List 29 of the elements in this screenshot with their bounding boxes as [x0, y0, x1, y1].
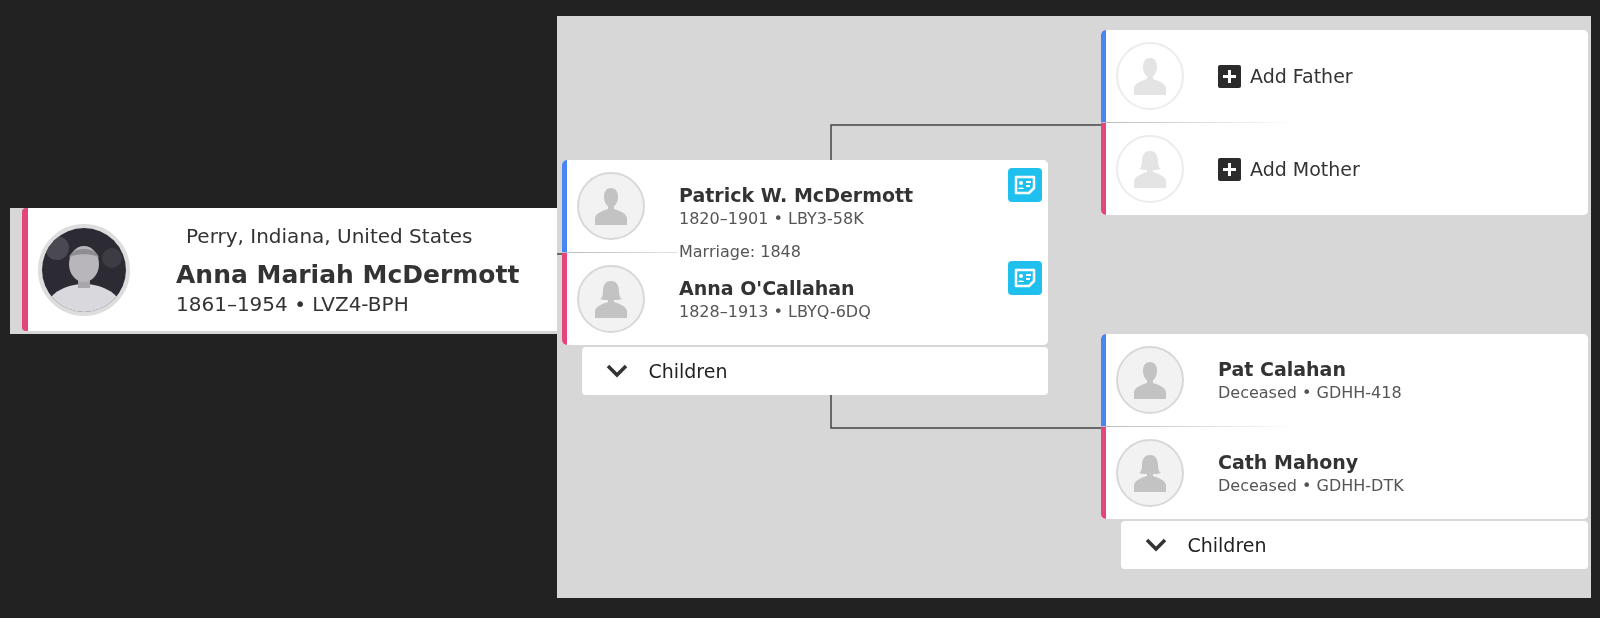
- birth-place: Perry, Indiana, United States: [186, 222, 474, 249]
- person-details: 1820–1901 • LBY3-58K: [679, 208, 865, 230]
- person-name[interactable]: Pat Calahan: [1218, 356, 1402, 382]
- id-card-icon: [1013, 175, 1037, 195]
- add-parent-button[interactable]: Add Mother: [1218, 154, 1360, 184]
- person-details: 1828–1913 • LBYQ-6DQ: [679, 301, 871, 323]
- male-silhouette-icon: [1132, 56, 1168, 96]
- male-silhouette-icon: [593, 186, 629, 226]
- person-details: 1861–1954 • LVZ4-BPH: [176, 290, 410, 317]
- male-silhouette-icon: [1132, 360, 1168, 400]
- record-card-button[interactable]: [1008, 168, 1042, 202]
- female-silhouette-icon: [1132, 149, 1168, 189]
- chevron-down-icon: [1145, 538, 1168, 552]
- person-name[interactable]: Anna Mariah McDermott: [176, 258, 520, 291]
- plus-square-icon: [1218, 157, 1241, 181]
- plus-square-icon: [1218, 64, 1241, 88]
- children-toggle[interactable]: Children: [582, 347, 1048, 395]
- add-parent-button[interactable]: Add Father: [1218, 61, 1353, 91]
- person-details: Deceased • GDHH-DTK: [1218, 475, 1404, 497]
- person-name[interactable]: Cath Mahony: [1218, 449, 1404, 475]
- id-card-icon: [1013, 268, 1037, 288]
- person-details: Deceased • GDHH-418: [1218, 382, 1402, 404]
- record-card-button[interactable]: [1008, 261, 1042, 295]
- person-name[interactable]: Patrick W. McDermott: [679, 182, 914, 208]
- female-silhouette-icon: [593, 279, 629, 319]
- children-toggle[interactable]: Children: [1121, 521, 1588, 569]
- person-name[interactable]: Anna O'Callahan: [679, 275, 871, 301]
- female-silhouette-icon: [1132, 453, 1168, 493]
- chevron-down-icon: [606, 364, 629, 378]
